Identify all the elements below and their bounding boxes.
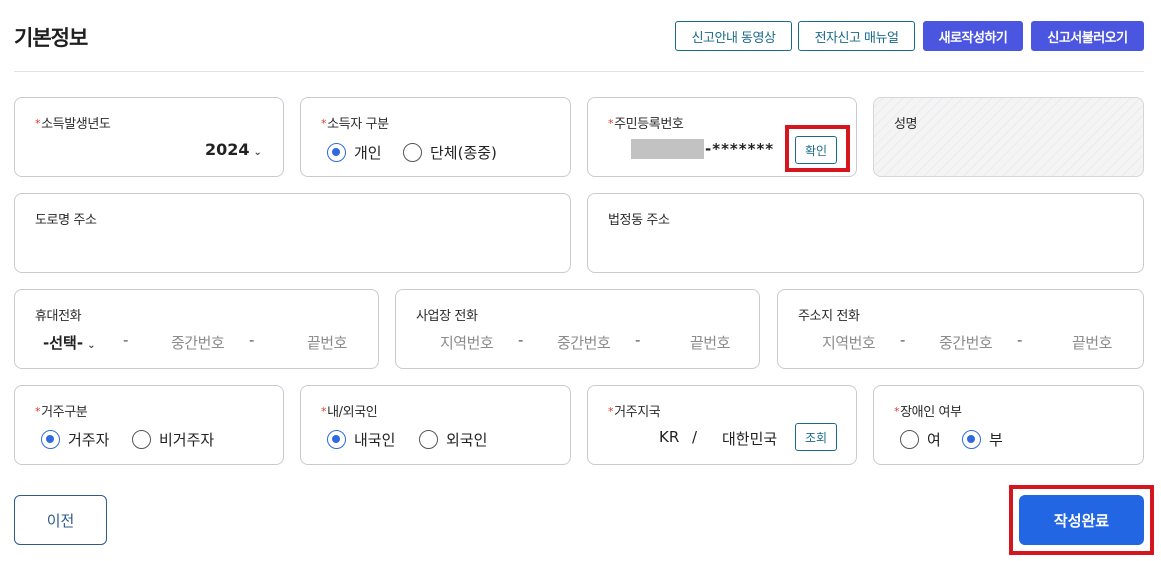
work-phone-label: 사업장 전화	[416, 309, 478, 324]
mobile-middle-input[interactable]: 중간번호	[171, 332, 225, 353]
mobile-last-input[interactable]: 끝번호	[307, 332, 347, 353]
load-form-button[interactable]: 신고서불러오기	[1031, 21, 1144, 51]
radio-checked-icon	[962, 430, 981, 449]
header-divider	[14, 71, 1144, 72]
home-phone-label: 주소지 전화	[798, 309, 860, 324]
radio-disability-yes[interactable]: 여	[900, 429, 941, 450]
page-title: 기본정보	[14, 26, 88, 50]
mobile-prefix-select[interactable]: -선택- ⌄	[43, 332, 95, 353]
new-form-button[interactable]: 새로작성하기	[923, 21, 1023, 51]
resident-no-card: *주민등록번호 -******* 확인	[587, 97, 857, 177]
separator: -	[900, 331, 906, 349]
separator: -	[123, 331, 129, 349]
chevron-down-icon: ⌄	[253, 147, 262, 158]
home-middle-input[interactable]: 중간번호	[939, 332, 993, 353]
resident-no-redacted	[631, 139, 704, 159]
mobile-phone-card: 휴대전화 -선택- ⌄ - 중간번호 - 끝번호	[14, 289, 379, 369]
radio-group-clan[interactable]: 단체(종중)	[403, 142, 497, 163]
nationality-card: *내/외국인 내국인 외국인	[300, 385, 571, 465]
country-code: KR	[659, 428, 680, 446]
separator: -	[1017, 331, 1023, 349]
radio-foreigner[interactable]: 외국인	[419, 429, 487, 450]
income-year-label: *소득발생년도	[35, 117, 111, 132]
required-mark: *	[35, 117, 41, 130]
home-area-input[interactable]: 지역번호	[822, 332, 876, 353]
resident-no-confirm-button[interactable]: 확인	[795, 136, 838, 164]
video-guide-button[interactable]: 신고안내 동영상	[675, 21, 792, 51]
radio-unchecked-icon	[403, 143, 422, 162]
name-label: 성명	[894, 117, 918, 132]
radio-disability-no[interactable]: 부	[962, 429, 1003, 450]
radio-korean[interactable]: 내국인	[327, 429, 395, 450]
disability-card: *장애인 여부 여 부	[873, 385, 1144, 465]
income-year-select[interactable]: 2024 ⌄	[205, 140, 262, 159]
road-address-label: 도로명 주소	[35, 213, 97, 228]
work-phone-card: 사업장 전화 지역번호 - 중간번호 - 끝번호	[395, 289, 760, 369]
country-separator: /	[692, 428, 698, 446]
disability-label: *장애인 여부	[894, 405, 962, 420]
manual-button[interactable]: 전자신고 매뉴얼	[798, 21, 915, 51]
resident-no-masked: -*******	[705, 140, 775, 158]
radio-checked-icon	[327, 430, 346, 449]
radio-resident[interactable]: 거주자	[41, 429, 109, 450]
legal-address-label: 법정동 주소	[608, 213, 670, 228]
radio-checked-icon	[327, 143, 346, 162]
nationality-label: *내/외국인	[321, 405, 378, 420]
legal-address-card[interactable]: 법정동 주소	[587, 193, 1144, 273]
home-phone-card: 주소지 전화 지역번호 - 중간번호 - 끝번호	[777, 289, 1144, 369]
radio-nonresident[interactable]: 비거주자	[132, 429, 214, 450]
separator: -	[635, 331, 641, 349]
work-area-input[interactable]: 지역번호	[440, 332, 494, 353]
income-type-card: *소득자 구분 개인 단체(종중)	[300, 97, 571, 177]
chevron-down-icon: ⌄	[87, 340, 96, 351]
home-last-input[interactable]: 끝번호	[1072, 332, 1112, 353]
radio-unchecked-icon	[132, 430, 151, 449]
residence-country-card: *거주지국 KR / 대한민국 조회	[587, 385, 857, 465]
name-card: 성명	[873, 97, 1144, 177]
income-year-card: *소득발생년도 2024 ⌄	[14, 97, 284, 177]
work-last-input[interactable]: 끝번호	[690, 332, 730, 353]
residency-label: *거주구분	[35, 405, 88, 420]
radio-unchecked-icon	[900, 430, 919, 449]
separator: -	[249, 331, 255, 349]
work-middle-input[interactable]: 중간번호	[557, 332, 611, 353]
residence-country-label: *거주지국	[608, 405, 661, 420]
radio-checked-icon	[41, 430, 60, 449]
complete-button[interactable]: 작성완료	[1019, 495, 1144, 545]
radio-individual[interactable]: 개인	[327, 142, 382, 163]
radio-unchecked-icon	[419, 430, 438, 449]
separator: -	[518, 331, 524, 349]
prev-button[interactable]: 이전	[14, 495, 107, 545]
country-lookup-button[interactable]: 조회	[795, 423, 838, 451]
resident-no-label: *주민등록번호	[608, 117, 684, 132]
road-address-card[interactable]: 도로명 주소	[14, 193, 571, 273]
mobile-phone-label: 휴대전화	[35, 309, 82, 324]
country-name: 대한민국	[722, 430, 778, 448]
residency-card: *거주구분 거주자 비거주자	[14, 385, 284, 465]
income-type-label: *소득자 구분	[321, 117, 389, 132]
